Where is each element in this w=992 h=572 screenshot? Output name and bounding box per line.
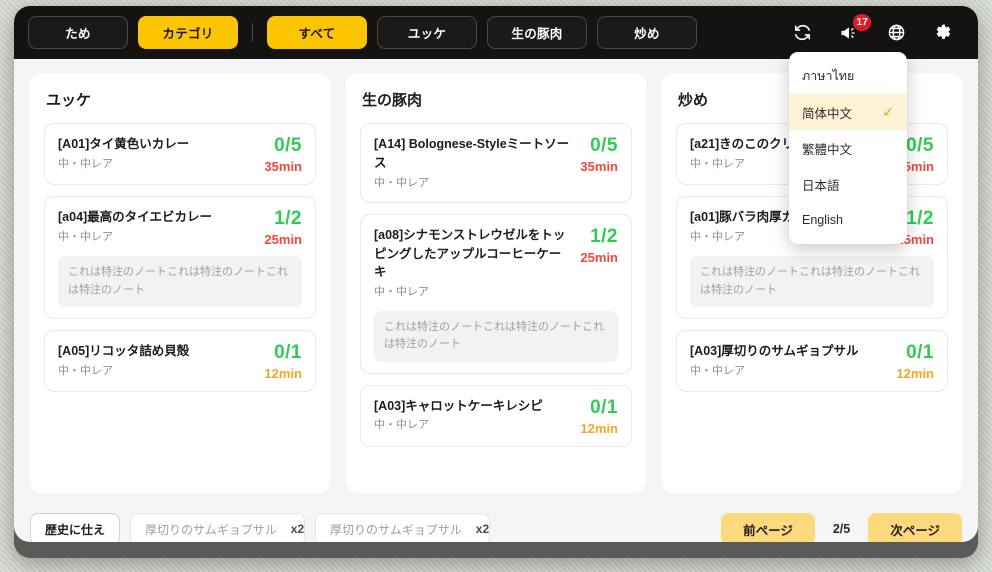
order-card-ratio: 0/5	[274, 135, 302, 156]
globe-icon[interactable]	[883, 20, 909, 46]
order-card-time: 35min	[264, 159, 302, 174]
order-card-ratio: 0/1	[274, 342, 302, 364]
order-card-title: [A01]タイ黄色いカレー	[58, 137, 190, 151]
filter-btn-all[interactable]: すべて	[267, 16, 367, 49]
queued-item-chip[interactable]: 厚切りのサムギョプサル x2	[130, 512, 306, 542]
next-page-button[interactable]: 次ページ	[868, 512, 962, 542]
order-card-time: 25min	[264, 232, 302, 247]
refresh-icon[interactable]	[789, 20, 815, 46]
language-option-thai[interactable]: ภาษาไทย	[789, 58, 907, 94]
order-card[interactable]: [a08]シナモンストレウゼルをトッピングしたアップルコーヒーケーキ 中・中レア…	[360, 213, 632, 374]
filter-btn-raw-pork[interactable]: 生の豚肉	[487, 16, 587, 49]
language-option-english[interactable]: English	[789, 202, 907, 238]
page-indicator: 2/5	[832, 522, 851, 536]
order-card[interactable]: [A03]キャロットケーキレシピ 中・中レア 0/1 12min	[360, 384, 632, 447]
pagination: 前ページ 2/5 次ページ	[721, 512, 962, 542]
toolbar-right-group: 17	[789, 13, 960, 46]
order-card-title: [a04]最高のタイエビカレー	[58, 210, 213, 224]
order-card-ratio: 0/1	[590, 396, 618, 418]
language-option-simplified-chinese[interactable]: 简体中文 ✓	[789, 94, 907, 130]
order-card-note: これは特注のノートこれは特注のノートこれは特注のノート	[374, 310, 618, 362]
language-option-label: ภาษาไทย	[802, 69, 855, 83]
order-card-time: 12min	[896, 366, 934, 382]
language-option-label: 繁體中文	[802, 142, 853, 157]
queued-item-qty: x2	[290, 522, 305, 536]
filter-btn-yukhoe[interactable]: ユッケ	[377, 16, 477, 49]
queued-item-label: 厚切りのサムギョプサル	[330, 522, 462, 537]
order-card-title: [a08]シナモンストレウゼルをトッピングしたアップルコーヒーケーキ	[374, 227, 566, 280]
language-dropdown-menu: ภาษาไทย 简体中文 ✓ 繁體中文 日本語 English	[789, 52, 907, 244]
order-card-time: 12min	[264, 366, 302, 382]
bottom-bar: 歴史に仕え 厚切りのサムギョプサル x2 厚切りのサムギョプサル x2 前ページ…	[14, 493, 978, 542]
order-card-subtitle: 中・中レア	[690, 364, 745, 377]
order-card-time: 25min	[580, 249, 618, 265]
filter-btn-stirfry[interactable]: 炒め	[597, 16, 697, 49]
order-card-note: これは特注のノートこれは特注のノートこれは特注のノート	[58, 256, 302, 308]
order-card-ratio: 0/5	[590, 135, 618, 156]
column-yukhoe: ユッケ [A01]タイ黄色いカレー 中・中レア 0/5 35min [a04]最…	[30, 73, 330, 493]
order-card[interactable]: [A05]リコッタ詰め貝殻 中・中レア 0/1 12min	[44, 330, 316, 393]
order-card-subtitle: 中・中レア	[58, 157, 113, 170]
order-card-title: [A05]リコッタ詰め貝殻	[58, 344, 190, 359]
order-card[interactable]: [A14] Bolognese-Styleミートソース 中・中レア 0/5 35…	[360, 123, 632, 203]
order-card-time: 12min	[580, 420, 618, 436]
order-card-ratio: 1/2	[274, 208, 302, 229]
order-card[interactable]: [A03]厚切りのサムギョプサル 中・中レア 0/1 12min	[676, 330, 948, 393]
announcement-icon[interactable]: 17	[836, 13, 871, 46]
order-card-subtitle: 中・中レア	[58, 230, 113, 243]
toolbar-btn-category[interactable]: カテゴリ	[138, 16, 238, 49]
language-option-label: 日本語	[802, 178, 840, 193]
toolbar-btn-tame[interactable]: ため	[28, 16, 128, 49]
language-option-japanese[interactable]: 日本語	[789, 166, 907, 202]
order-card-ratio: 0/5	[906, 135, 934, 156]
order-card-title: [A14] Bolognese-Styleミートソース	[374, 137, 570, 170]
order-card-ratio: 0/1	[906, 342, 934, 364]
app-window: ため カテゴリ すべて ユッケ 生の豚肉 炒め 17 ภาษาไทย 简体中文 …	[14, 6, 978, 558]
order-card-subtitle: 中・中レア	[374, 176, 429, 189]
check-icon: ✓	[882, 103, 894, 120]
app-window-content: ため カテゴリ すべて ユッケ 生の豚肉 炒め 17 ภาษาไทย 简体中文 …	[14, 6, 978, 542]
order-card-subtitle: 中・中レア	[374, 286, 429, 299]
gear-icon[interactable]	[930, 20, 956, 46]
top-toolbar: ため カテゴリ すべて ユッケ 生の豚肉 炒め 17 ภาษาไทย 简体中文 …	[14, 6, 978, 244]
toolbar-separator	[252, 23, 253, 42]
history-button[interactable]: 歴史に仕え	[30, 512, 121, 542]
language-option-label: 简体中文	[802, 106, 853, 121]
order-card-note: これは特注のノートこれは特注のノートこれは特注のノート	[690, 256, 934, 308]
prev-page-button[interactable]: 前ページ	[721, 512, 815, 542]
language-option-traditional-chinese[interactable]: 繁體中文	[789, 130, 907, 166]
order-card[interactable]: [a04]最高のタイエビカレー 中・中レア 1/2 25min これは特注のノー…	[44, 196, 316, 320]
queued-item-qty: x2	[475, 522, 490, 536]
column-raw-pork: 生の豚肉 [A14] Bolognese-Styleミートソース 中・中レア 0…	[346, 73, 646, 493]
order-card-title: [A03]キャロットケーキレシピ	[374, 398, 543, 413]
order-card[interactable]: [A01]タイ黄色いカレー 中・中レア 0/5 35min	[44, 123, 316, 185]
order-card-time: 35min	[580, 159, 618, 174]
order-card-ratio: 1/2	[590, 225, 618, 247]
queued-item-chip[interactable]: 厚切りのサムギョプサル x2	[315, 512, 491, 542]
order-card-title: [A03]厚切りのサムギョプサル	[690, 344, 859, 359]
language-option-label: English	[802, 213, 843, 227]
order-card-ratio: 1/2	[906, 208, 934, 229]
order-card-subtitle: 中・中レア	[374, 419, 429, 432]
column-title: ユッケ	[46, 92, 92, 109]
order-card-subtitle: 中・中レア	[58, 364, 113, 377]
column-title: 生の豚肉	[362, 92, 423, 109]
toolbar-left-group: ため カテゴリ すべて ユッケ 生の豚肉 炒め	[28, 16, 789, 49]
notification-badge: 17	[853, 13, 871, 31]
queued-item-label: 厚切りのサムギョプサル	[145, 522, 277, 537]
